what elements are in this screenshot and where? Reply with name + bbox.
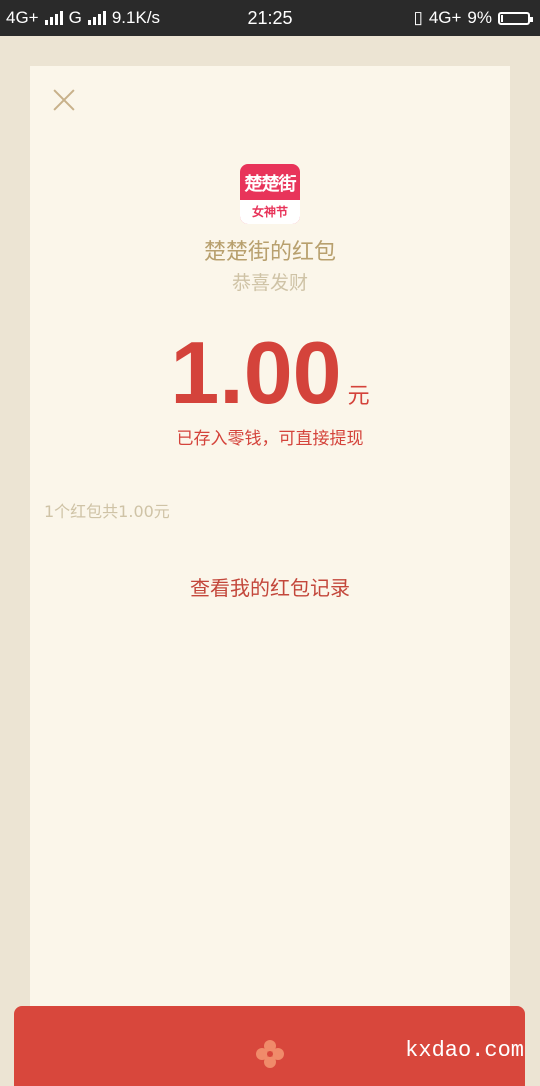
battery-percent: 9%: [467, 8, 492, 27]
amount-value: 1.00: [170, 323, 342, 422]
greeting-text: 恭喜发财: [231, 272, 308, 294]
flower-seal-icon: [256, 1040, 284, 1068]
app-logo: 楚楚街 女神节: [240, 164, 300, 224]
battery-icon: [498, 11, 533, 25]
sender-title: 楚楚街的红包: [203, 240, 336, 265]
network-indicator-3: 4G+: [428, 8, 462, 27]
packet-count-summary: 1个红包共1.00元: [44, 502, 170, 521]
close-icon[interactable]: [50, 86, 78, 114]
amount-unit: 元: [347, 384, 370, 409]
logo-tag-text: 女神节: [240, 200, 300, 224]
battery-fill: [501, 14, 503, 22]
status-right: ▯ 4G+ 9%: [413, 8, 533, 28]
amount-display: 1.00 元: [30, 328, 510, 418]
status-bar: 4G+ G 9.1K/s 21:25 ▯ 4G+ 9%: [0, 0, 540, 36]
deposit-note: 已存入零钱，可直接提现: [176, 429, 364, 449]
vibrate-icon: ▯: [413, 8, 423, 27]
red-packet-card: 楚楚街 女神节 楚楚街的红包 恭喜发财 1.00 元 已存入零钱，可直接提现 1个…: [30, 66, 510, 1042]
view-records-link[interactable]: 查看我的红包记录: [30, 572, 510, 601]
logo-brand-text: 楚楚街: [244, 174, 297, 195]
watermark-text: kxdao.com: [405, 1038, 524, 1063]
